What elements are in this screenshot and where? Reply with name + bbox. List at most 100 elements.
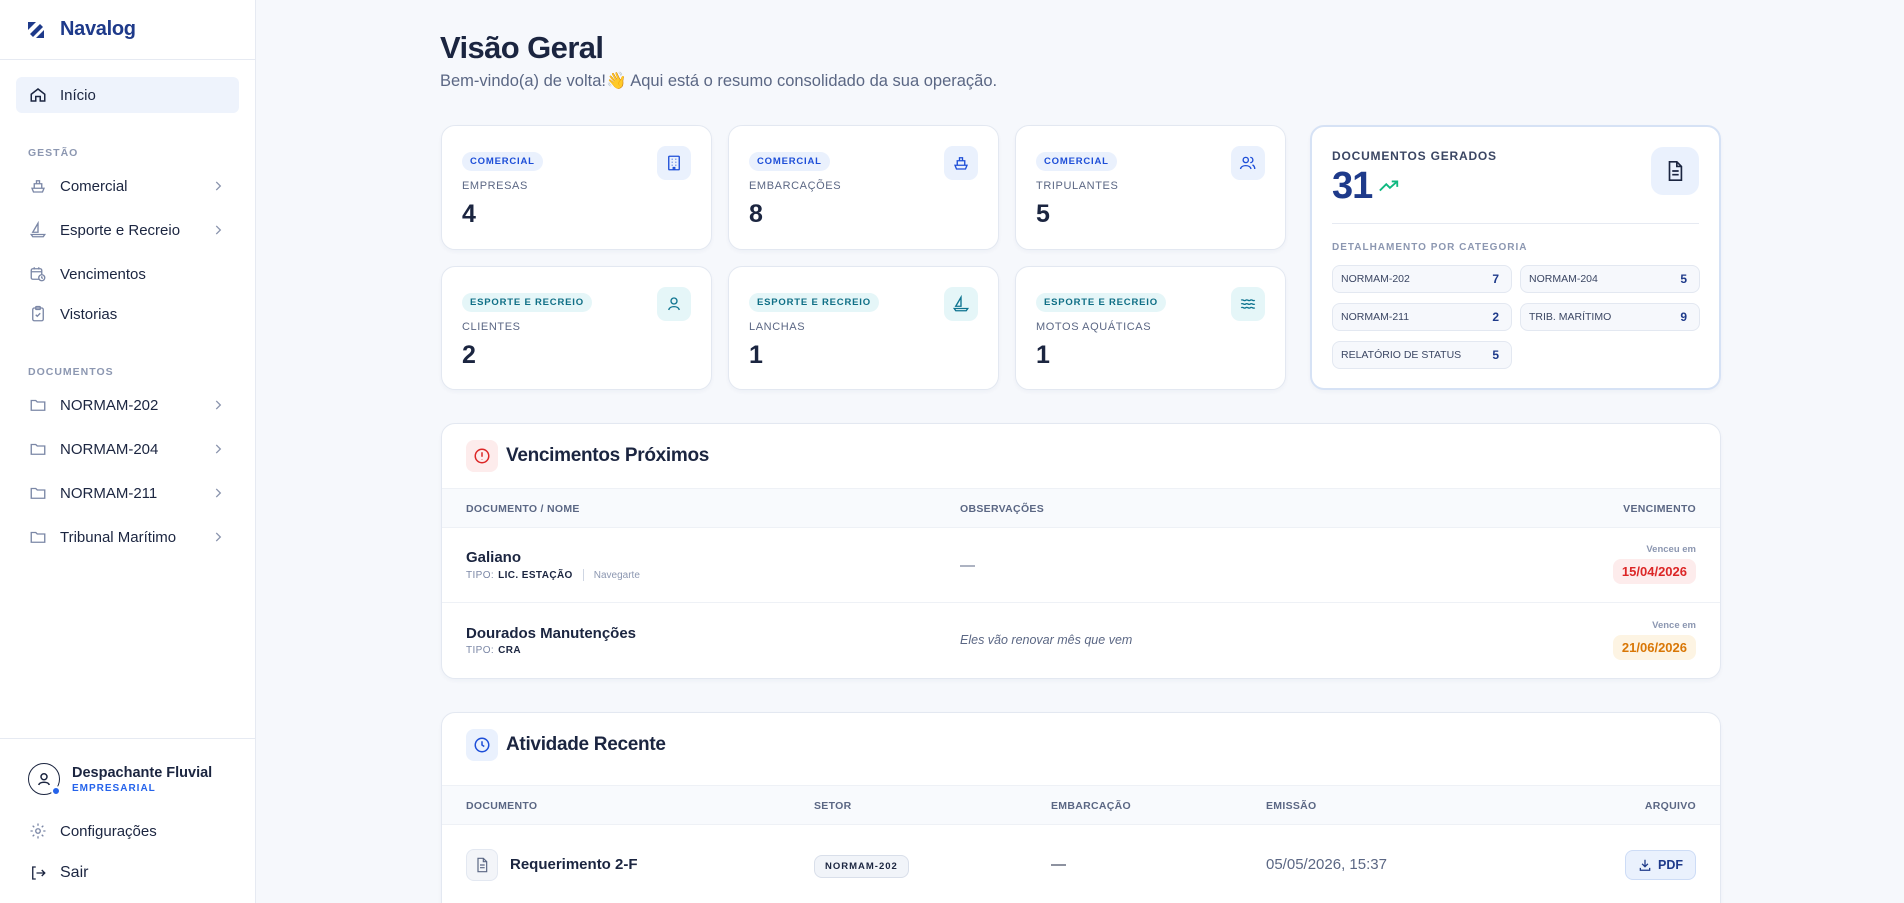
row-divider xyxy=(442,602,1720,603)
row-name: Dourados Manutenções xyxy=(466,625,637,642)
logout-icon xyxy=(28,863,48,883)
panel-title: Atividade Recente xyxy=(506,734,666,755)
sailboat-icon xyxy=(944,287,978,321)
category-name: TRIB. MARÍTIMO xyxy=(1529,311,1612,323)
column-header: EMISSÃO xyxy=(1266,800,1317,812)
stat-card-embarcacoes[interactable]: COMERCIAL EMBARCAÇÕES 8 xyxy=(728,125,999,250)
category-badge: ESPORTE E RECREIO xyxy=(1036,293,1166,312)
category-badge: COMERCIAL xyxy=(1036,152,1117,171)
stat-value: 8 xyxy=(749,200,763,228)
category-badge: COMERCIAL xyxy=(462,152,543,171)
type-value: CRA xyxy=(498,645,521,656)
category-value: 9 xyxy=(1680,310,1687,324)
folder-icon xyxy=(28,527,48,547)
stat-label: LANCHAS xyxy=(749,321,806,333)
divider xyxy=(582,569,584,581)
stat-value: 4 xyxy=(462,200,476,228)
alert-circle-icon xyxy=(466,440,498,472)
divider xyxy=(1332,223,1699,224)
logout-button[interactable]: Sair xyxy=(28,863,88,883)
calendar-clock-icon xyxy=(28,264,48,284)
sidebar-item-esporte[interactable]: Esporte e Recreio xyxy=(16,212,239,248)
sidebar-item-normam202[interactable]: NORMAM-202 xyxy=(16,387,239,423)
due-label: Venceu em xyxy=(1646,544,1696,555)
ship-icon xyxy=(944,146,978,180)
panel-header: Vencimentos Próximos xyxy=(466,440,709,472)
category-value: 5 xyxy=(1680,272,1687,286)
category-value: 5 xyxy=(1492,348,1499,362)
panel-title: Vencimentos Próximos xyxy=(506,445,710,466)
sidebar-item-tribunal[interactable]: Tribunal Marítimo xyxy=(16,519,239,555)
sidebar-item-vencimentos[interactable]: Vencimentos xyxy=(16,256,239,292)
row-observation: — xyxy=(960,557,975,574)
column-header: OBSERVAÇÕES xyxy=(960,503,1045,515)
user-name: Despachante Fluvial xyxy=(72,764,213,781)
sidebar-item-configuracoes[interactable]: Configurações xyxy=(28,821,157,841)
column-header: ARQUIVO xyxy=(1644,800,1696,812)
chevron-right-icon xyxy=(215,532,222,542)
sidebar-item-label: Configurações xyxy=(60,822,157,840)
recent-activity-panel: Atividade Recente DOCUMENTO SETOR EMBARC… xyxy=(441,712,1721,903)
brand[interactable]: Navalog xyxy=(0,0,255,60)
section-gestao: GESTÃO xyxy=(28,147,79,159)
sidebar-item-label: Tribunal Marítimo xyxy=(60,528,177,546)
stat-card-tripulantes[interactable]: COMERCIAL TRIPULANTES 5 xyxy=(1015,125,1286,250)
category-badge: ESPORTE E RECREIO xyxy=(462,293,592,312)
row-observation: Eles vão renovar mês que vem xyxy=(960,633,1133,647)
file-text-icon xyxy=(466,849,498,881)
page-subtitle: Bem-vindo(a) de volta!👋 Aqui está o resu… xyxy=(440,72,998,90)
sidebar-item-label: Vistorias xyxy=(60,305,118,323)
chevron-right-icon xyxy=(215,488,222,498)
building-icon xyxy=(657,146,691,180)
download-icon xyxy=(1639,859,1651,871)
stat-label: MOTOS AQUÁTICAS xyxy=(1036,321,1152,333)
category-chip: RELATÓRIO DE STATUS 5 xyxy=(1332,341,1512,369)
folder-icon xyxy=(28,483,48,503)
row-type: TIPO: LIC. ESTAÇÃO Navegarte xyxy=(466,569,640,581)
stat-card-motos[interactable]: ESPORTE E RECREIO MOTOS AQUÁTICAS 1 xyxy=(1015,266,1286,390)
category-chip: NORMAM-202 7 xyxy=(1332,265,1512,293)
docs-title: DOCUMENTOS GERADOS xyxy=(1332,149,1497,163)
column-header: DOCUMENTO / NOME xyxy=(466,503,580,515)
column-header: SETOR xyxy=(814,800,852,812)
stat-label: EMBARCAÇÕES xyxy=(749,180,842,192)
type-value: LIC. ESTAÇÃO xyxy=(498,569,573,581)
docs-total: 31 xyxy=(1332,165,1373,207)
stat-card-lanchas[interactable]: ESPORTE E RECREIO LANCHAS 1 xyxy=(728,266,999,390)
column-header: EMBARCAÇÃO xyxy=(1051,800,1131,812)
category-badge: ESPORTE E RECREIO xyxy=(749,293,879,312)
user-icon xyxy=(657,287,691,321)
due-date-badge: 15/04/2026 xyxy=(1612,559,1696,584)
user-profile[interactable]: Despachante Fluvial EMPRESARIAL xyxy=(28,763,213,796)
due-date-badge: 21/06/2026 xyxy=(1612,635,1696,660)
sidebar-item-vistorias[interactable]: Vistorias xyxy=(16,296,239,332)
stat-value: 5 xyxy=(1036,200,1050,228)
stat-card-clientes[interactable]: ESPORTE E RECREIO CLIENTES 2 xyxy=(441,266,712,390)
column-header: VENCIMENTO xyxy=(1623,503,1696,515)
sidebar-item-normam211[interactable]: NORMAM-211 xyxy=(16,475,239,511)
user-role: EMPRESARIAL xyxy=(72,782,156,794)
user-icon xyxy=(38,773,50,786)
table-header: DOCUMENTO SETOR EMBARCAÇÃO EMISSÃO ARQUI… xyxy=(442,785,1720,825)
activity-document: Requerimento 2-F xyxy=(510,856,638,873)
due-label: Vence em xyxy=(1652,620,1696,631)
stat-label: TRIPULANTES xyxy=(1036,180,1119,192)
sidebar-item-label: NORMAM-202 xyxy=(60,396,159,414)
document-icon xyxy=(1651,147,1699,195)
download-pdf-button[interactable]: PDF xyxy=(1625,850,1696,880)
sidebar-item-label: Sair xyxy=(60,864,89,881)
row-name: Galiano xyxy=(466,549,522,566)
stat-card-empresas[interactable]: COMERCIAL EMPRESAS 4 xyxy=(441,125,712,250)
sidebar-item-comercial[interactable]: Comercial xyxy=(16,168,239,204)
chevron-right-icon xyxy=(215,181,222,191)
pdf-button-label: PDF xyxy=(1658,858,1683,872)
stat-value: 1 xyxy=(749,341,763,369)
sidebar-item-normam204[interactable]: NORMAM-204 xyxy=(16,431,239,467)
sidebar-item-inicio[interactable]: Início xyxy=(16,77,239,113)
category-chip: NORMAM-204 5 xyxy=(1520,265,1700,293)
sidebar-item-label: Comercial xyxy=(60,177,128,195)
documents-generated-card: DOCUMENTOS GERADOS 31 DETALHAMENTO POR C… xyxy=(1310,125,1721,390)
avatar xyxy=(28,763,61,796)
chevron-right-icon xyxy=(215,400,222,410)
section-documentos: DOCUMENTOS xyxy=(28,366,114,378)
